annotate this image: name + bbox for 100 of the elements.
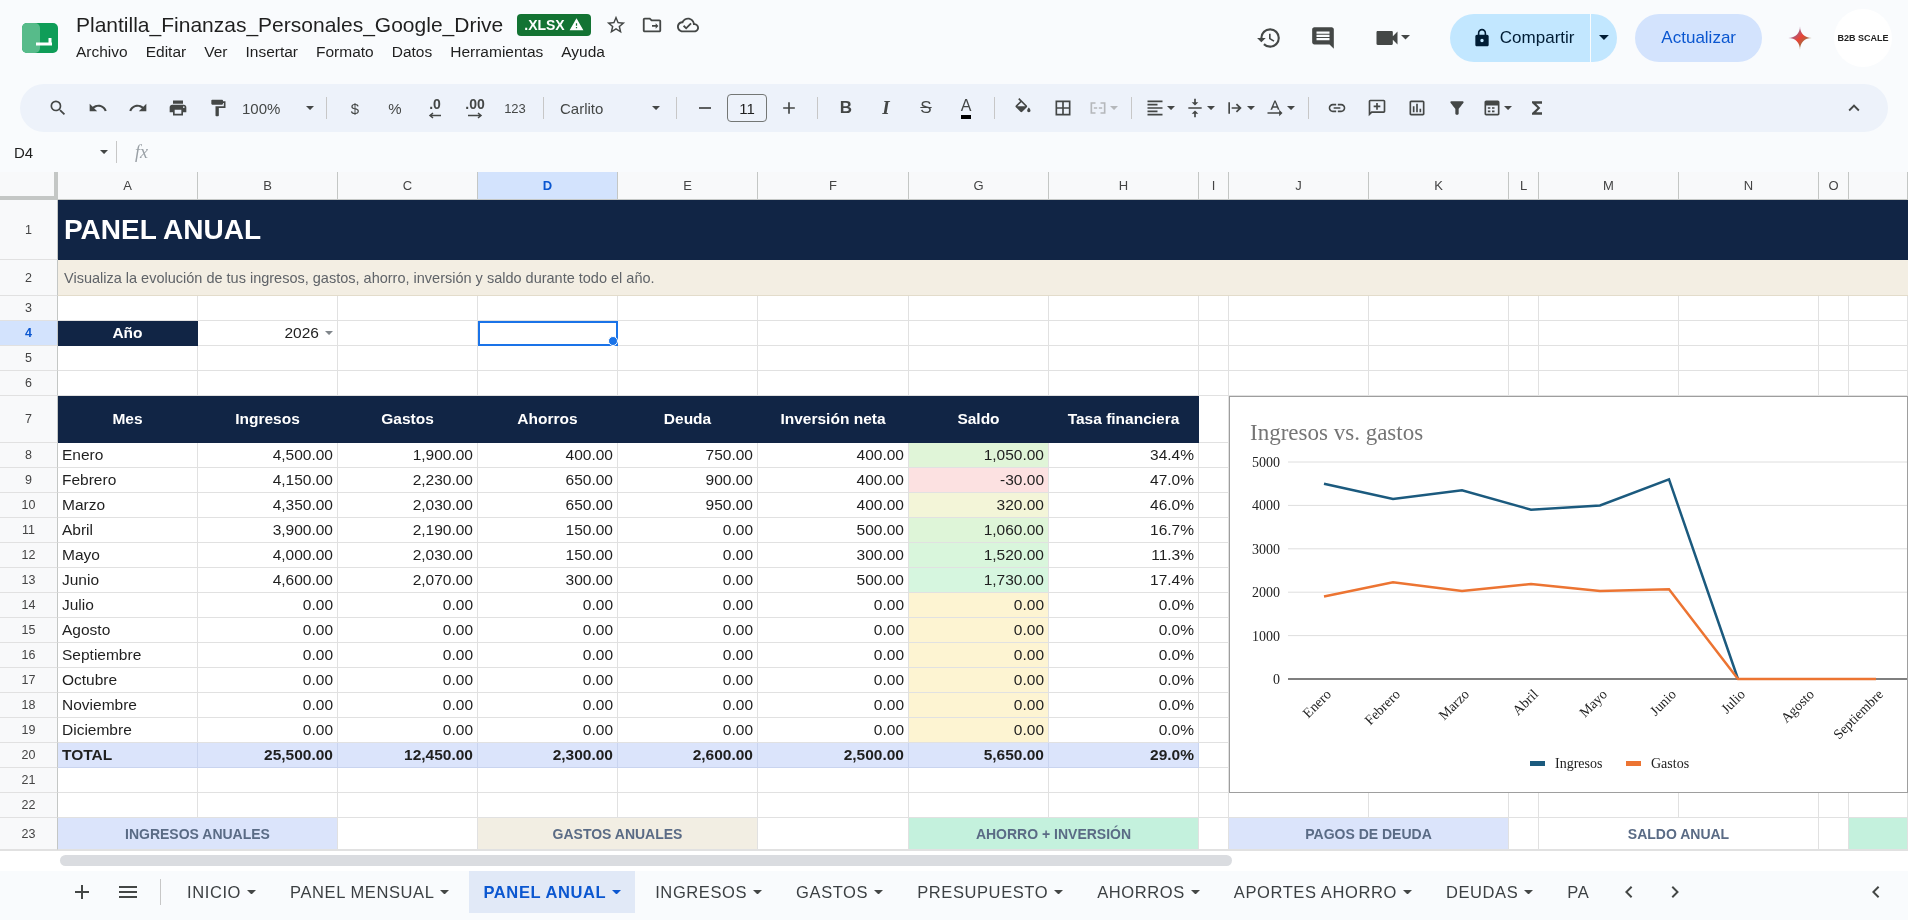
menu-item[interactable]: Insertar <box>239 40 304 63</box>
grid-cell[interactable] <box>1369 296 1509 321</box>
grid-cell[interactable] <box>909 371 1049 396</box>
grid-cell[interactable] <box>1199 668 1229 693</box>
grid-cell[interactable] <box>758 321 909 346</box>
menu-item[interactable]: Ayuda <box>555 40 611 63</box>
menu-item[interactable]: Herramientas <box>444 40 550 63</box>
grid-cell[interactable] <box>618 371 758 396</box>
grid-cell[interactable] <box>758 768 909 793</box>
menu-item[interactable]: Formato <box>310 40 380 63</box>
file-format-badge[interactable]: .XLSX <box>517 13 591 36</box>
grid-cell[interactable] <box>1509 321 1539 346</box>
grid-cell[interactable] <box>1199 768 1229 793</box>
column-letter[interactable]: D <box>478 172 618 200</box>
grid-cell[interactable] <box>1049 768 1199 793</box>
grid-cell[interactable] <box>198 793 338 818</box>
row-number[interactable]: 18 <box>0 693 58 718</box>
grid-cell[interactable] <box>1199 593 1229 618</box>
grid-cell[interactable] <box>1049 371 1199 396</box>
grid-cell[interactable] <box>1369 371 1509 396</box>
decrease-decimals-button[interactable]: .0 <box>417 92 453 124</box>
column-letter[interactable]: A <box>58 172 198 200</box>
grid-cell[interactable] <box>58 371 198 396</box>
grid-cell[interactable] <box>1369 346 1509 371</box>
scrollbar[interactable] <box>60 855 1232 866</box>
column-header-cell[interactable] <box>1849 172 1908 200</box>
grid-cell[interactable] <box>1509 793 1539 818</box>
grid-cell[interactable] <box>478 346 618 371</box>
grid-cell[interactable] <box>1229 321 1369 346</box>
sheet-tab[interactable]: DEUDAS <box>1431 871 1548 913</box>
row-number[interactable]: 19 <box>0 718 58 743</box>
grid-cell[interactable] <box>1199 518 1229 543</box>
grid-cell[interactable] <box>1199 493 1229 518</box>
row-number[interactable]: 21 <box>0 768 58 793</box>
grid-cell[interactable] <box>1849 346 1908 371</box>
grid-cell[interactable] <box>1539 793 1679 818</box>
grid-cell[interactable] <box>338 371 478 396</box>
grid-cell[interactable] <box>1049 321 1199 346</box>
column-letter[interactable]: K <box>1369 172 1509 200</box>
grid-cell[interactable] <box>1049 346 1199 371</box>
grid-cell[interactable] <box>1509 818 1539 850</box>
grid-cell[interactable] <box>1049 793 1199 818</box>
select-all-corner[interactable] <box>0 172 58 200</box>
sheet-tab[interactable]: PANEL ANUAL <box>469 871 636 913</box>
name-box[interactable]: D4 <box>14 143 100 161</box>
grid-cell[interactable] <box>1199 468 1229 493</box>
grid-cell[interactable] <box>758 793 909 818</box>
grid-cell[interactable] <box>198 296 338 321</box>
column-letter[interactable]: L <box>1509 172 1539 200</box>
column-letter[interactable]: J <box>1229 172 1369 200</box>
sheet-tab[interactable]: INICIO <box>173 871 271 913</box>
row-number[interactable]: 15 <box>0 618 58 643</box>
column-letter[interactable]: H <box>1049 172 1199 200</box>
font-size-field[interactable]: 11 <box>727 94 767 122</box>
grid-cell[interactable] <box>1539 346 1679 371</box>
grid-cell[interactable] <box>1849 321 1908 346</box>
grid-cell[interactable] <box>618 321 758 346</box>
grid-cell[interactable] <box>1229 793 1369 818</box>
grid-cell[interactable] <box>58 296 198 321</box>
grid-cell[interactable] <box>1819 321 1849 346</box>
grid-cell[interactable] <box>1199 296 1229 321</box>
grid-cell[interactable] <box>1539 371 1679 396</box>
row-number[interactable]: 5 <box>0 346 58 371</box>
percent-button[interactable]: % <box>377 92 413 124</box>
row-number[interactable]: 8 <box>0 443 58 468</box>
row-number[interactable]: 9 <box>0 468 58 493</box>
column-letter[interactable]: B <box>198 172 338 200</box>
column-letter[interactable]: O <box>1819 172 1849 200</box>
column-letter[interactable]: E <box>618 172 758 200</box>
grid-cell[interactable] <box>1229 371 1369 396</box>
sheet-tab[interactable]: AHORROS <box>1083 871 1214 913</box>
grid-cell[interactable] <box>478 296 618 321</box>
grid-cell[interactable] <box>618 296 758 321</box>
grid-cell[interactable] <box>1509 371 1539 396</box>
grid-cell[interactable] <box>909 321 1049 346</box>
row-number[interactable]: 13 <box>0 568 58 593</box>
grid-cell[interactable] <box>1199 396 1229 443</box>
grid-cell[interactable] <box>1199 693 1229 718</box>
sheet-tab[interactable]: APORTES AHORRO <box>1219 871 1426 913</box>
grid-cell[interactable] <box>478 768 618 793</box>
grid-cell[interactable] <box>1199 718 1229 743</box>
currency-button[interactable]: $ <box>337 92 373 124</box>
grid-cell[interactable] <box>1679 296 1819 321</box>
row-number[interactable]: 16 <box>0 643 58 668</box>
grid-cell[interactable] <box>338 768 478 793</box>
column-letter[interactable]: N <box>1679 172 1819 200</box>
grid-cell[interactable] <box>198 346 338 371</box>
grid-cell[interactable] <box>1679 793 1819 818</box>
text-style-button[interactable]: B <box>828 92 864 124</box>
column-letter[interactable]: I <box>1199 172 1229 200</box>
column-letter[interactable]: M <box>1539 172 1679 200</box>
grid-cell[interactable] <box>1049 296 1199 321</box>
grid-cell[interactable] <box>1199 346 1229 371</box>
number-format-button[interactable]: 123 <box>497 92 533 124</box>
row-number[interactable]: 23 <box>0 818 58 850</box>
row-number[interactable]: 20 <box>0 743 58 768</box>
grid-cell[interactable] <box>1679 371 1819 396</box>
file-name[interactable]: Plantilla_Finanzas_Personales_Google_Drive <box>76 12 504 37</box>
grid-cell[interactable] <box>1539 321 1679 346</box>
grid-cell[interactable] <box>1199 543 1229 568</box>
